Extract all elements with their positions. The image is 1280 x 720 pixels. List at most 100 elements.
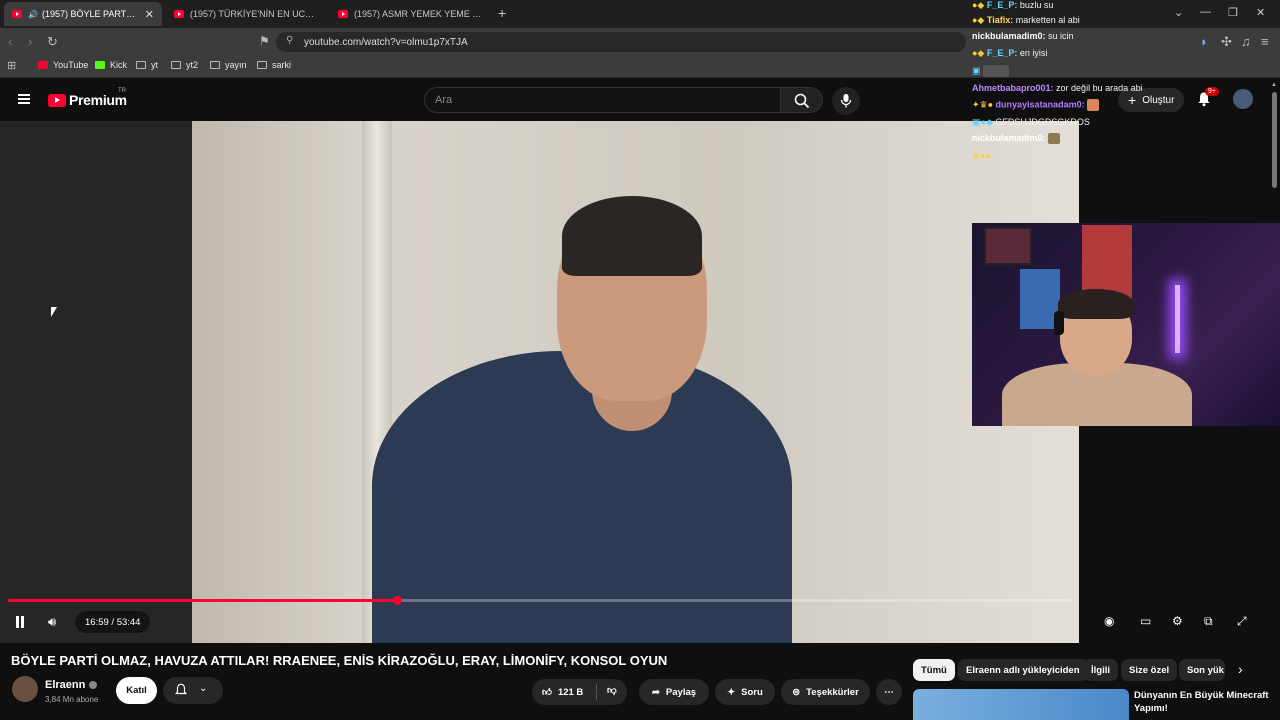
seek-bar[interactable] [8,596,1071,605]
browser-tab-3[interactable]: (1957) ASMR YEMEK YEME MUKBAN [330,2,490,26]
ask-button[interactable]: ✦ Soru [715,679,775,705]
youtube-icon [38,61,48,69]
badge-icon: ✦♛● [972,99,996,110]
search-input[interactable]: Ara [424,87,781,113]
search-icon [794,93,810,109]
chip-related[interactable]: İlgili [1083,659,1118,681]
miniplayer-icon[interactable]: ⧉ [1204,614,1213,629]
browser-tab-1[interactable]: 🔊 (1957) BÖYLE PARTİ OLMAZ, ✕ [4,2,162,26]
like-button[interactable]: 👍︎ 121 B [542,686,583,699]
subtitles-icon[interactable]: ▭ [1140,614,1151,628]
super-thanks-icon: ⊜ [792,686,801,698]
bookmark-youtube[interactable]: YouTube [38,60,88,70]
chat-message: nickbulamadim0: su icin [972,31,1074,41]
stream-chat-overlay: ●◆ F_E_P: buzlu su ●◆ Tiafix: marketten … [972,0,1280,170]
share-icon: ➦ [651,686,660,698]
hamburger-menu-icon[interactable] [18,94,30,104]
subscriber-count: 3,84 Mn abone [45,695,99,704]
bookmark-kick[interactable]: Kick [95,60,127,70]
bookmark-icon[interactable]: ⚑ [259,34,270,48]
time-display: 16:59 / 53:44 [75,611,151,633]
scroll-up-icon[interactable]: ▲ [1271,82,1277,88]
new-tab-button[interactable]: + [498,5,506,21]
chat-message: ♛●● [972,151,991,162]
recommended-video-title[interactable]: Dünyanın En Büyük Minecraft Yapımı! [1134,689,1274,715]
youtube-favicon-icon [338,10,348,18]
folder-icon [136,61,146,69]
bell-icon [175,683,187,695]
emote-icon [1086,99,1099,111]
emote-icon [983,65,1010,77]
share-button[interactable]: ➦ Paylaş [639,679,709,705]
channel-name[interactable]: Elraenn [45,679,98,691]
subscription-notifications-button[interactable]: ⌄ [163,677,223,704]
fullscreen-icon[interactable]: ⤢ [1237,614,1247,629]
chevron-right-icon[interactable]: › [1238,661,1243,677]
chip-recent[interactable]: Son yük [1179,659,1225,681]
bookmark-folder-yayin[interactable]: yayın [210,60,247,70]
chat-message: Ahmetbabapro001: zor değil bu arada abi [972,83,1143,93]
join-button[interactable]: Katıl [116,677,157,704]
address-bar[interactable]: ⚲ youtube.com/watch?v=olmu1p7xTJA [276,32,966,52]
more-actions-button[interactable]: ⋯ [876,679,902,705]
chat-message: ▣ [972,65,1010,77]
apps-grid-icon[interactable]: ⊞ [7,59,16,72]
settings-gear-icon[interactable]: ⚙ [1172,614,1183,628]
autoplay-toggle-icon[interactable]: ◉ [1104,614,1114,628]
chat-message: ●◆ F_E_P: en iyisi [972,48,1048,58]
sparkle-icon: ✦ [727,686,736,698]
chat-message: nickbulamadim0: [972,133,1061,145]
folder-icon [257,61,267,69]
search-button[interactable] [781,87,823,113]
youtube-favicon-icon [174,10,184,18]
audio-icon: 🔊 [28,9,38,19]
badge-icon: ♛●● [972,151,991,161]
close-tab-icon[interactable]: ✕ [145,8,154,21]
youtube-premium-logo[interactable]: Premium TR [48,88,127,108]
folder-icon [171,61,181,69]
back-icon[interactable]: ‹ [8,34,12,49]
badge-icon: ●◆ [972,48,987,58]
thumbs-up-icon: 👍︎ [542,687,552,698]
bookmark-folder-sarki[interactable]: sarki [257,60,291,70]
verified-icon [89,681,98,690]
browser-tab-2[interactable]: (1957) TÜRKİYE'NİN EN UCUZ TAVUK [166,2,326,26]
microphone-icon [840,94,852,108]
video-frame[interactable] [192,121,1079,643]
chip-for-you[interactable]: Size özel [1121,659,1178,681]
kick-icon [95,61,105,69]
page-scrollbar[interactable] [1272,92,1277,188]
like-dislike-group: 👍︎ 121 B 👎︎ [532,679,627,705]
site-info-icon[interactable]: ⚲ [286,35,293,46]
seek-bar-progress [8,599,397,602]
volume-icon[interactable]: 🔊︎ [48,614,56,630]
chat-message: ✦♛● dunyayisatanadam0: [972,99,1099,111]
chip-all[interactable]: Tümü [913,659,955,681]
pause-icon[interactable] [14,616,26,628]
reload-icon[interactable]: ↻ [47,34,58,50]
mouse-cursor-icon [51,307,57,317]
youtube-favicon-icon [12,10,22,18]
forward-icon[interactable]: › [28,34,32,49]
thumbs-down-icon[interactable]: 👎︎ [607,684,617,696]
seek-bar-handle[interactable] [392,596,402,605]
emote-icon [1048,133,1061,145]
chat-message: ▣●◆ GFDSHJDGDSGKDOS [972,117,1090,127]
webcam-overlay [972,223,1280,426]
thanks-button[interactable]: ⊜ Teşekkürler [781,679,870,705]
recommended-video-thumbnail[interactable] [913,689,1129,720]
bookmark-folder-yt[interactable]: yt [136,60,158,70]
more-horizontal-icon: ⋯ [884,686,894,698]
chat-message: ●◆ F_E_P: buzlu su [972,0,1054,10]
chevron-down-icon: ⌄ [199,683,208,694]
badge-icon: ▣●◆ [972,117,996,127]
badge-icon: ●◆ [972,15,987,25]
folder-icon [210,61,220,69]
bookmark-folder-yt2[interactable]: yt2 [171,60,198,70]
badge-icon: ▣ [972,65,984,76]
channel-avatar[interactable] [12,676,38,702]
chip-from-uploader[interactable]: Elraenn adlı yükleyiciden [958,659,1088,681]
voice-search-button[interactable] [832,87,860,115]
badge-icon: ●◆ [972,0,987,10]
url-text: youtube.com/watch?v=olmu1p7xTJA [304,36,468,48]
